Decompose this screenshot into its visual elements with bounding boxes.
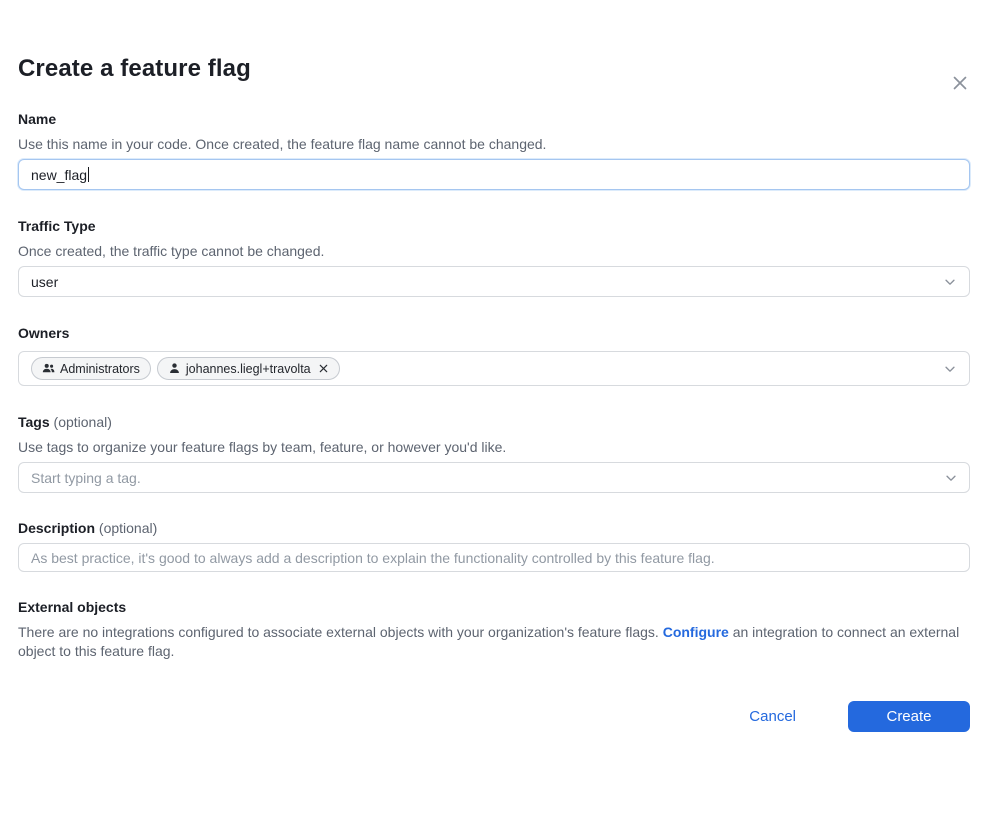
description-label: Description (optional) bbox=[18, 519, 970, 538]
traffic-type-helper-text: Once created, the traffic type cannot be… bbox=[18, 242, 970, 261]
tags-helper-text: Use tags to organize your feature flags … bbox=[18, 438, 970, 457]
chevron-down-icon bbox=[943, 275, 957, 289]
modal-title: Create a feature flag bbox=[18, 54, 970, 83]
tags-input[interactable] bbox=[18, 462, 970, 493]
traffic-type-select[interactable]: user bbox=[18, 266, 970, 297]
external-objects-text-before: There are no integrations configured to … bbox=[18, 624, 663, 640]
name-input[interactable]: new_flag bbox=[18, 159, 970, 190]
traffic-type-selected-value: user bbox=[31, 274, 58, 290]
name-label: Name bbox=[18, 110, 970, 129]
external-objects-label: External objects bbox=[18, 598, 970, 617]
description-optional-hint: (optional) bbox=[99, 520, 157, 536]
owners-label: Owners bbox=[18, 324, 970, 343]
traffic-type-label: Traffic Type bbox=[18, 217, 970, 236]
name-input-value: new_flag bbox=[31, 167, 87, 183]
configure-link[interactable]: Configure bbox=[663, 624, 729, 640]
owner-chip-label: Administrators bbox=[60, 362, 140, 376]
description-input[interactable] bbox=[18, 543, 970, 572]
group-people-icon bbox=[42, 362, 55, 375]
owner-chip-user[interactable]: johannes.liegl+travolta bbox=[157, 357, 340, 380]
owner-chip-label: johannes.liegl+travolta bbox=[186, 362, 311, 376]
name-helper-text: Use this name in your code. Once created… bbox=[18, 135, 970, 154]
owner-chip-administrators[interactable]: Administrators bbox=[31, 357, 151, 380]
create-feature-flag-modal: Create a feature flag Name Use this name… bbox=[0, 54, 988, 817]
tags-field-wrapper bbox=[18, 462, 970, 493]
tags-label: Tags (optional) bbox=[18, 413, 970, 432]
chevron-down-icon bbox=[943, 362, 957, 376]
create-button[interactable]: Create bbox=[848, 701, 970, 732]
modal-footer: Cancel Create bbox=[18, 701, 970, 732]
text-cursor bbox=[88, 167, 89, 182]
owners-select[interactable]: Administrators johannes.liegl+travolta bbox=[18, 351, 970, 386]
tags-optional-hint: (optional) bbox=[54, 414, 112, 430]
close-icon[interactable] bbox=[948, 71, 972, 95]
remove-owner-icon[interactable] bbox=[318, 363, 329, 374]
cancel-button[interactable]: Cancel bbox=[743, 707, 802, 726]
external-objects-text: There are no integrations configured to … bbox=[18, 623, 970, 661]
person-icon bbox=[168, 362, 181, 375]
